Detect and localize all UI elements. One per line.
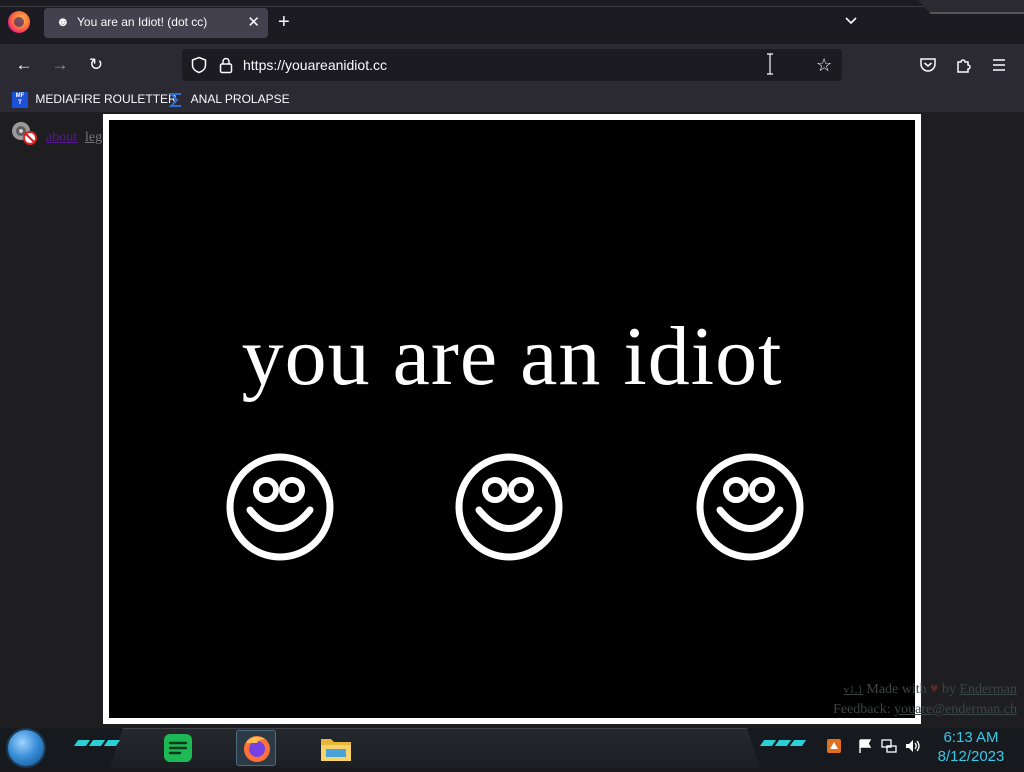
made-with-text: Made with: [866, 682, 927, 697]
by-text: by: [941, 682, 956, 697]
clock-date: 8/12/2023: [937, 748, 1005, 765]
pocket-icon[interactable]: [919, 56, 937, 74]
navigation-toolbar: ← → ↻ https://youareanidiot.cc ☆: [0, 44, 1024, 86]
tab-active[interactable]: ☻ You are an Idiot! (dot cc) ✕: [44, 8, 268, 38]
taskbar-clock[interactable]: 6:13 AM 8/12/2023: [930, 728, 1012, 766]
text-cursor-icon: [767, 53, 773, 75]
page-credits: v1.1 Made with ♥ by Enderman Feedback: y…: [833, 680, 1017, 720]
bookmark-label: ANAL PROLAPSE: [190, 92, 290, 106]
taskbar-decoration-right: [759, 740, 807, 748]
tab-title: You are an Idiot! (dot cc): [77, 15, 208, 29]
author-link[interactable]: Enderman: [959, 682, 1017, 697]
bookmark-anal-prolapse[interactable]: ANAL PROLAPSE: [168, 90, 290, 108]
tab-strip-divider: [0, 6, 1024, 7]
smiley-icon: ☻: [56, 14, 70, 29]
spotify-taskbar-button[interactable]: [158, 730, 198, 766]
muted-speaker-icon[interactable]: [10, 120, 38, 146]
smiley-icon: [455, 453, 563, 561]
action-center-flag-icon[interactable]: [857, 738, 873, 754]
taskbar-ribbon: [110, 728, 760, 768]
firefox-icon: [244, 736, 270, 762]
firefox-view-icon[interactable]: [8, 11, 30, 33]
page-viewport: about legacy safe you are an idiot v1.1 …: [0, 112, 1024, 728]
app-tray-icon[interactable]: [826, 738, 842, 754]
clock-time: 6:13 AM: [943, 729, 999, 746]
bookmark-label: MEDIAFIRE ROULETTER: [35, 92, 177, 106]
tab-strip: ☻ You are an Idiot! (dot cc) ✕ +: [0, 0, 1024, 44]
about-link[interactable]: about: [46, 130, 77, 146]
window-frame-decoration: [918, 0, 1024, 14]
tracking-protection-shield-icon[interactable]: [190, 56, 208, 74]
mediafire-icon: MF T: [12, 91, 28, 108]
firefox-taskbar-button[interactable]: [236, 730, 276, 766]
network-icon[interactable]: [881, 738, 897, 754]
file-explorer-icon: [321, 739, 351, 761]
smiley-icon: [226, 453, 334, 561]
forward-button[interactable]: →: [48, 53, 72, 77]
bookmark-star-icon[interactable]: ☆: [816, 55, 832, 76]
bookmarks-toolbar: MF T MEDIAFIRE ROULETTER ANAL PROLAPSE: [0, 86, 1024, 112]
file-explorer-taskbar-button[interactable]: [316, 730, 356, 766]
lock-icon[interactable]: [218, 56, 234, 74]
tab-close-icon[interactable]: ✕: [247, 13, 260, 31]
extensions-puzzle-icon[interactable]: [955, 56, 973, 74]
volume-icon[interactable]: [905, 738, 921, 754]
spotify-icon: [164, 734, 192, 762]
chevron-down-icon[interactable]: [844, 14, 858, 28]
start-orb-icon[interactable]: [8, 730, 44, 766]
feedback-email-link[interactable]: youare@enderman.ch: [894, 702, 1017, 717]
taskbar: 6:13 AM 8/12/2023: [0, 728, 1024, 768]
new-tab-button[interactable]: +: [278, 10, 290, 34]
reload-button[interactable]: ↻: [84, 53, 108, 77]
sum-sigma-icon: [168, 92, 181, 107]
feedback-label: Feedback:: [833, 702, 891, 717]
hamburger-menu-icon[interactable]: [991, 57, 1007, 73]
idiot-frame: you are an idiot: [103, 114, 921, 724]
bookmark-mediafire-rouletter[interactable]: MF T MEDIAFIRE ROULETTER: [12, 90, 177, 108]
page-headline: you are an idiot: [241, 310, 783, 403]
version-link[interactable]: v1.1: [844, 684, 863, 696]
heart-icon: ♥: [930, 682, 939, 697]
smiley-icon: [696, 453, 804, 561]
address-bar[interactable]: https://youareanidiot.cc ☆: [182, 49, 842, 81]
taskbar-decoration-left: [73, 740, 121, 748]
back-button[interactable]: ←: [12, 53, 36, 77]
url-text[interactable]: https://youareanidiot.cc: [243, 57, 387, 73]
